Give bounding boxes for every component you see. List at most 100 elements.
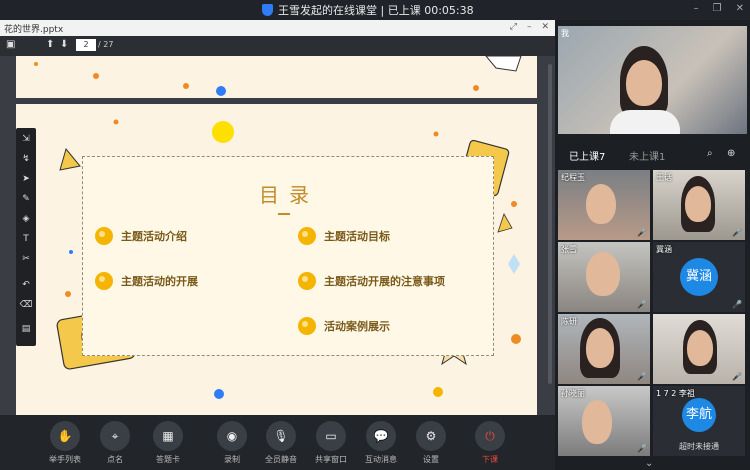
button-label: 答题卡 bbox=[156, 455, 180, 464]
toc-item-label: 主题活动开展的注意事项 bbox=[324, 275, 445, 288]
toc-item: 主题活动的开展 bbox=[95, 272, 198, 290]
text-icon[interactable]: T bbox=[16, 234, 36, 244]
prev-page-icon[interactable]: ⬆ bbox=[46, 39, 54, 50]
end-class-button[interactable]: ⏻ 下课 bbox=[465, 421, 515, 465]
mic-muted-icon: 🎤 bbox=[637, 444, 647, 453]
add-user-icon[interactable]: ⊕ bbox=[727, 148, 735, 159]
participant-face bbox=[687, 330, 713, 366]
raise-hand-list-button[interactable]: ✋ 举手列表 bbox=[40, 421, 90, 465]
minimize-doc-icon[interactable]: – bbox=[527, 22, 532, 32]
participant-name: 冀涵 bbox=[656, 245, 672, 254]
scissors-icon[interactable]: ✂ bbox=[16, 254, 36, 264]
page-number-input[interactable]: 2 bbox=[76, 39, 96, 51]
pen-icon[interactable]: ✎ bbox=[16, 194, 36, 204]
participant-tile[interactable]: 陈研 🎤 bbox=[558, 314, 650, 384]
participants-panel: 我 已上课7 未上课1 ⌕ ⊕ 纪程玉 🎤 王话 🎤 张雪 🎤 冀涵 冀涵 🎤 … bbox=[555, 20, 750, 470]
toc-item-label: 主题活动的开展 bbox=[121, 275, 198, 288]
participant-status: 超时未接通 bbox=[679, 442, 719, 451]
button-label: 下课 bbox=[482, 455, 498, 464]
toc-item: 主题活动开展的注意事项 bbox=[298, 272, 445, 290]
interactive-messages-button[interactable]: 💬 互动消息 bbox=[356, 421, 406, 465]
mic-muted-icon: 🎤 bbox=[732, 228, 742, 237]
button-label: 设置 bbox=[423, 455, 439, 464]
close-button[interactable]: ✕ bbox=[736, 3, 744, 14]
undo-icon[interactable]: ↶ bbox=[16, 280, 36, 290]
bullet-icon bbox=[298, 317, 316, 335]
chevron-down-icon[interactable]: ⌄ bbox=[645, 458, 653, 469]
participant-name: 王话 bbox=[656, 173, 672, 182]
bottom-toolbar: ✋ 举手列表 ⌖ 点名 ▦ 答题卡 ◉ 录制 🎙 全员静音 ▭ 共享窗口 💬 互… bbox=[0, 415, 555, 470]
self-label: 我 bbox=[561, 29, 569, 38]
participant-name: 陈研 bbox=[561, 317, 577, 326]
participant-tile[interactable]: 🎤 bbox=[653, 314, 745, 384]
document-bar: 花的世界.pptx ⤢ – ✕ bbox=[0, 20, 555, 36]
laser-pointer-icon[interactable]: ⇲ bbox=[16, 134, 36, 144]
location-pin-icon: ⌖ bbox=[100, 421, 130, 451]
next-page-icon[interactable]: ⬇ bbox=[60, 39, 68, 50]
answer-card-button[interactable]: ▦ 答题卡 bbox=[143, 421, 193, 465]
participant-name: 孙晓丽 bbox=[561, 389, 585, 398]
toolbox-icon[interactable]: ▤ bbox=[16, 324, 36, 334]
participant-name: 纪程玉 bbox=[561, 173, 585, 182]
participant-tile[interactable]: 纪程玉 🎤 bbox=[558, 170, 650, 240]
toc-item: 主题活动介绍 bbox=[95, 227, 187, 245]
self-video-shirt bbox=[610, 110, 680, 134]
settings-button[interactable]: ⚙ 设置 bbox=[406, 421, 456, 465]
self-video: 我 bbox=[558, 26, 747, 134]
button-label: 互动消息 bbox=[365, 455, 397, 464]
participant-tile[interactable]: 冀涵 冀涵 🎤 bbox=[653, 242, 745, 312]
search-icon[interactable]: ⌕ bbox=[707, 148, 713, 159]
bullet-icon bbox=[298, 227, 316, 245]
shape-icon[interactable]: ◈ bbox=[16, 214, 36, 224]
participant-avatar: 李航 bbox=[682, 398, 716, 432]
power-icon: ⏻ bbox=[475, 421, 505, 451]
mic-muted-icon: 🎤 bbox=[637, 228, 647, 237]
hand-icon: ✋ bbox=[50, 421, 80, 451]
pointer-icon[interactable]: ↯ bbox=[16, 154, 36, 164]
answer-card-icon: ▦ bbox=[153, 421, 183, 451]
current-slide: 目录 主题活动介绍 主题活动目标 主题活动的开展 主题活动开展的注意事项 活动案… bbox=[16, 104, 537, 417]
participant-face bbox=[685, 186, 711, 222]
chat-bubble-icon: 💬 bbox=[366, 421, 396, 451]
participant-name: 张雪 bbox=[561, 245, 577, 254]
bullet-icon bbox=[298, 272, 316, 290]
tab-not-joined[interactable]: 未上课1 bbox=[629, 148, 665, 163]
participant-tile[interactable]: 王话 🎤 bbox=[653, 170, 745, 240]
eraser-icon[interactable]: ⌫ bbox=[16, 300, 36, 310]
cursor-icon[interactable]: ➤ bbox=[16, 174, 36, 184]
tab-joined[interactable]: 已上课7 bbox=[569, 148, 605, 163]
sidebar-toggle-icon[interactable]: ▣ bbox=[6, 39, 15, 50]
participant-tile[interactable]: 孙晓丽 🎤 bbox=[558, 386, 650, 456]
share-window-icon: ▭ bbox=[316, 421, 346, 451]
participant-tile[interactable]: 1 7 2 李祖 李航 超时未接通 bbox=[653, 386, 745, 456]
bullet-icon bbox=[95, 227, 113, 245]
mute-all-button[interactable]: 🎙 全员静音 bbox=[256, 421, 306, 465]
toc-item: 活动案例展示 bbox=[298, 317, 390, 335]
window-title: 王雪发起的在线课堂 | 已上课 00:05:38 bbox=[262, 2, 474, 18]
participant-face bbox=[586, 184, 616, 224]
button-label: 全员静音 bbox=[265, 455, 297, 464]
mic-muted-icon: 🎤 bbox=[732, 372, 742, 381]
share-window-button[interactable]: ▭ 共享窗口 bbox=[306, 421, 356, 465]
participant-face bbox=[582, 400, 612, 444]
page-total: / 27 bbox=[98, 40, 114, 49]
toc-card: 目录 主题活动介绍 主题活动目标 主题活动的开展 主题活动开展的注意事项 活动案… bbox=[82, 156, 494, 356]
previous-slide-decor bbox=[34, 56, 522, 96]
window-titlebar: 王雪发起的在线课堂 | 已上课 00:05:38 – ❐ ✕ bbox=[0, 0, 750, 20]
participant-tile[interactable]: 张雪 🎤 bbox=[558, 242, 650, 312]
slide-scrollbar[interactable] bbox=[548, 64, 552, 384]
button-label: 录制 bbox=[224, 455, 240, 464]
restore-button[interactable]: ❐ bbox=[713, 3, 722, 14]
toc-item: 主题活动目标 bbox=[298, 227, 390, 245]
gear-icon: ⚙ bbox=[416, 421, 446, 451]
minimize-button[interactable]: – bbox=[694, 3, 699, 14]
participant-face bbox=[586, 252, 620, 296]
fullscreen-icon[interactable]: ⤢ bbox=[510, 22, 517, 32]
button-label: 共享窗口 bbox=[315, 455, 347, 464]
title-underline bbox=[278, 213, 290, 215]
close-doc-icon[interactable]: ✕ bbox=[541, 22, 549, 32]
mic-muted-icon: 🎤 bbox=[637, 372, 647, 381]
record-button[interactable]: ◉ 录制 bbox=[207, 421, 257, 465]
participant-tabs: 已上课7 未上课1 ⌕ ⊕ bbox=[555, 144, 750, 166]
roll-call-button[interactable]: ⌖ 点名 bbox=[90, 421, 140, 465]
